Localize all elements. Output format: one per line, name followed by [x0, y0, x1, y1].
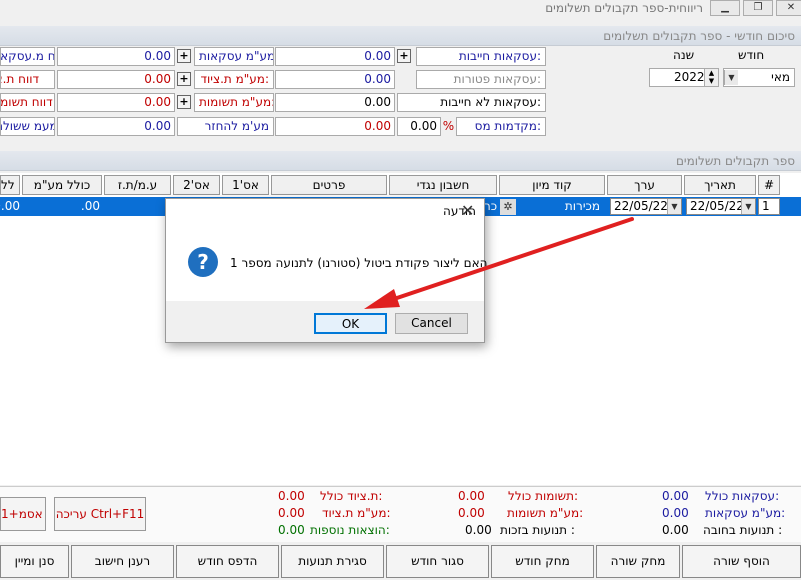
arrow-annotation — [364, 217, 634, 309]
